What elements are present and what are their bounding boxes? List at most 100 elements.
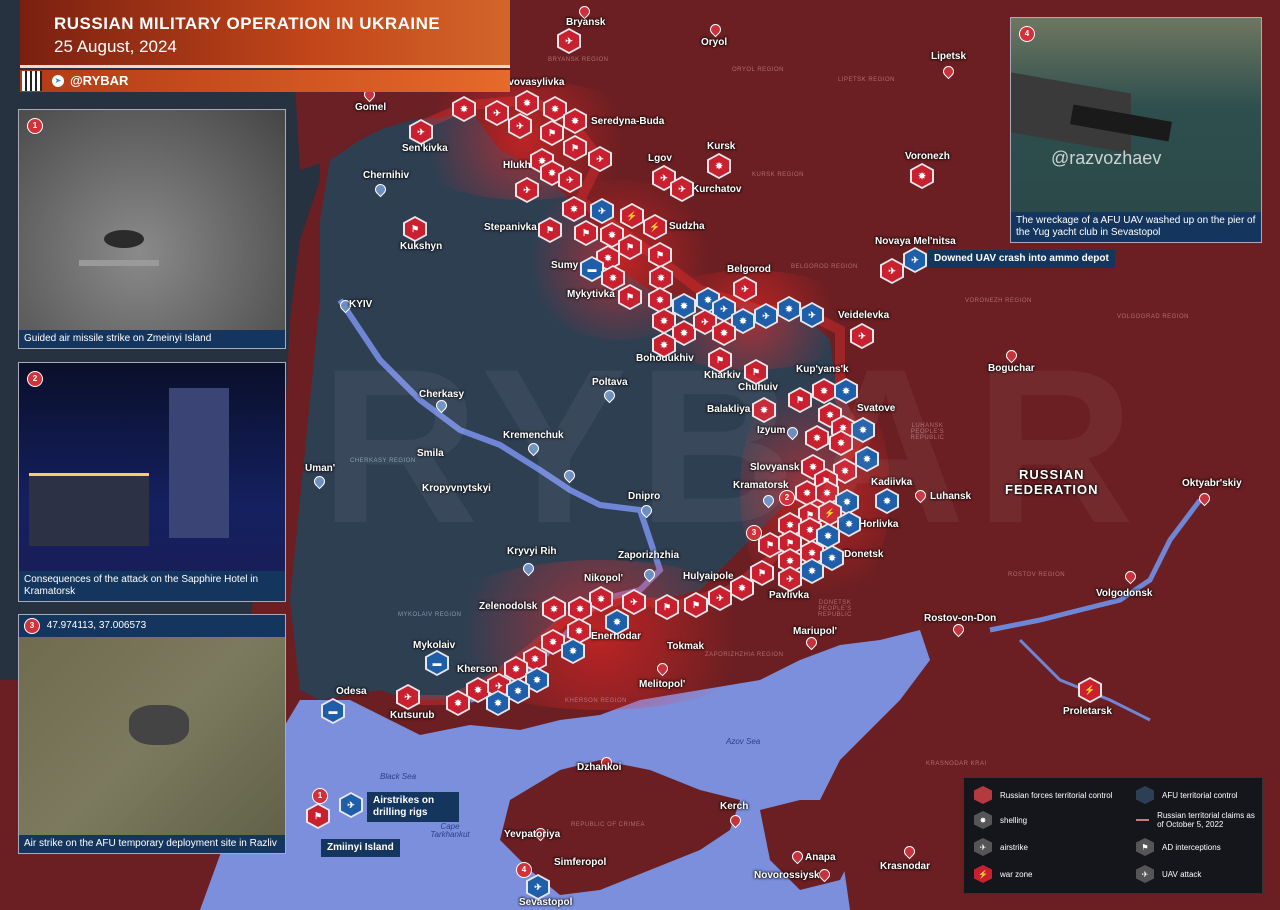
inset-photo-4: 4 @razvozhaev The wreckage of a AFU UAV … <box>1010 17 1262 243</box>
airstrike-icon: ✈ <box>974 838 992 856</box>
city-label: Tokmak <box>667 641 705 652</box>
inset-badge: 1 <box>27 118 43 134</box>
drilling-rigs-callout: Airstrikes on drilling rigs <box>367 792 459 822</box>
region-label: KHERSON REGION <box>565 698 628 704</box>
inset-coords: 3 47.974113, 37.006573 <box>19 615 285 637</box>
city-label: Mykolaiv <box>413 640 456 651</box>
city-label: Sudzha <box>669 221 705 232</box>
black-sea-label: Black Sea <box>380 772 417 781</box>
uav-icon: ✈ <box>1136 865 1154 883</box>
inset-photo-1: 1 Guided air missile strike on Zmeinyi I… <box>18 109 286 349</box>
region-label: LIPETSK REGION <box>838 77 896 83</box>
city-label: Odesa <box>336 686 367 697</box>
city-label: Sumy <box>551 260 579 271</box>
city-label: Oryol <box>701 37 728 48</box>
city-label: Sen'kivka <box>402 143 448 154</box>
city-label: Volgodonsk <box>1096 588 1153 599</box>
city-label: Sevastopol <box>519 897 573 908</box>
legend-claims: Russian territorial claims as of October… <box>1136 811 1256 829</box>
city-label: Voronezh <box>905 151 950 162</box>
brand-bar: ➤ @RYBAR <box>20 70 510 92</box>
cape-label: Cape Tarkhankut <box>430 822 470 839</box>
smoke-shape <box>129 705 189 745</box>
war-zone-icon: ⚡ <box>974 865 992 883</box>
badge-1: 1 <box>312 788 328 804</box>
inset-photo-2: 2 Consequences of the attack on the Sapp… <box>18 362 286 602</box>
shelling-icon: ✸ <box>974 811 992 829</box>
page-date: 25 August, 2024 <box>54 37 177 56</box>
legend: Russian forces territorial control AFU t… <box>963 777 1263 894</box>
city-label: Mariupol' <box>793 626 838 637</box>
afu-control-swatch <box>1136 786 1154 804</box>
badge-4: 4 <box>516 862 532 878</box>
city-label: KYIV <box>349 299 373 310</box>
inset-photo-3: 3 47.974113, 37.006573 Air strike on the… <box>18 614 286 854</box>
claims-line <box>1136 819 1150 821</box>
legend-uav: ✈ UAV attack <box>1136 865 1201 883</box>
city-label: Melitopol' <box>639 679 686 690</box>
legend-airstrike: ✈ airstrike <box>974 838 1028 856</box>
region-label: DONETSK PEOPLE'S REPUBLIC <box>817 600 852 618</box>
city-label: Seredyna-Buda <box>591 116 665 127</box>
city-label: Oktyabr'skiy <box>1182 478 1242 489</box>
city-label: Anapa <box>805 852 836 863</box>
city-label: Kherson <box>457 664 498 675</box>
smoke-shape <box>104 230 144 248</box>
city-label: Proletarsk <box>1063 706 1112 717</box>
region-label: REPUBLIC OF CRIMEA <box>571 822 646 828</box>
city-label: Krasnodar <box>880 861 931 872</box>
uav-depot-callout: Downed UAV crash into ammo depot <box>928 250 1115 268</box>
inset-badge: 4 <box>1019 26 1035 42</box>
inset-badge: 3 <box>24 618 40 634</box>
region-label: KURSK REGION <box>752 172 805 178</box>
zmiinyi-callout: Zmiinyi Island <box>321 839 400 857</box>
city-label: Simferopol <box>554 857 607 868</box>
photo-watermark: @razvozhaev <box>1051 148 1162 168</box>
city-label: Rostov-on-Don <box>924 613 997 624</box>
city-label: Kukshyn <box>400 241 443 252</box>
city-label: Pavlivka <box>769 590 810 601</box>
inset-caption: Guided air missile strike on Zmeinyi Isl… <box>19 330 285 348</box>
inset-caption: The wreckage of a AFU UAV washed up on t… <box>1011 212 1261 242</box>
island-shape <box>79 260 159 266</box>
region-label: ZAPORIZHZHIA REGION <box>705 652 784 658</box>
ad-icon: ⚑ <box>1136 838 1154 856</box>
city-label: Kerch <box>720 801 749 812</box>
legend-russian-control: Russian forces territorial control <box>974 786 1112 804</box>
building-shape <box>169 388 229 538</box>
city-label: Novorossiysk <box>754 870 820 881</box>
city-label: Nikopol' <box>584 573 624 584</box>
brand-name[interactable]: @RYBAR <box>70 73 128 88</box>
inset-caption: Air strike on the AFU temporary deployme… <box>19 835 285 853</box>
city-label: Belgorod <box>727 264 771 275</box>
city-label: Lgov <box>648 153 672 164</box>
city-label: Bryansk <box>566 17 606 28</box>
city-label: Lipetsk <box>931 51 967 62</box>
city-label: Chernihiv <box>363 170 410 181</box>
city-label: Kurchatov <box>692 184 742 195</box>
region-label: VORONEZH REGION <box>965 298 1032 304</box>
region-label: BELGOROD REGION <box>791 264 858 270</box>
title-rule <box>20 65 510 68</box>
city-label: Kutsurub <box>390 710 435 721</box>
telegram-icon[interactable]: ➤ <box>52 75 64 87</box>
legend-afu-control: AFU territorial control <box>1136 786 1238 804</box>
qr-code-icon[interactable] <box>22 71 42 91</box>
city-label: Dzhankoi <box>577 762 622 773</box>
damaged-building-shape <box>29 473 149 546</box>
title-banner: RUSSIAN MILITARY OPERATION IN UKRAINE 25… <box>20 0 510 68</box>
page-title: RUSSIAN MILITARY OPERATION IN UKRAINE <box>54 14 441 33</box>
city-label: Gomel <box>355 102 387 113</box>
azov-sea-label: Azov Sea <box>726 737 761 746</box>
city-label: Yevpatoriya <box>504 829 561 840</box>
russian-control-swatch <box>974 786 992 804</box>
legend-war-zone: ⚡ war zone <box>974 865 1032 883</box>
city-label: Novaya Mel'nitsa <box>875 236 956 247</box>
city-label: Stepanivka <box>484 222 537 233</box>
watermark: RYBAR <box>320 323 1145 569</box>
city-label: Zelenodolsk <box>479 601 538 612</box>
region-label: MYKOLAIV REGION <box>398 612 462 618</box>
region-label: ORYOL REGION <box>732 67 785 73</box>
region-label: BRYANSK REGION <box>548 57 609 63</box>
legend-shelling: ✸ shelling <box>974 811 1027 829</box>
